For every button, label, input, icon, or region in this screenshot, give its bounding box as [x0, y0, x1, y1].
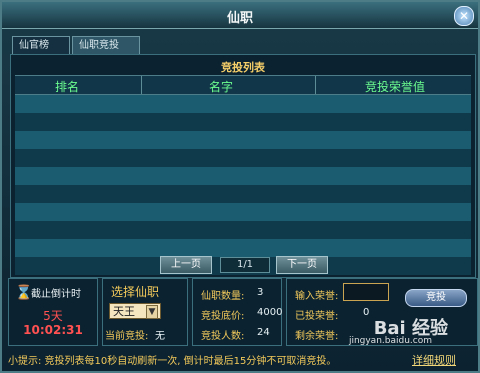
input-honor-label: 输入荣誉: [295, 291, 339, 302]
table-row [15, 221, 471, 239]
header-rank: 排名 [55, 80, 80, 94]
table-header: 排名 名字 竞投荣誉值 [15, 75, 471, 95]
prev-page-button[interactable]: 上一页 [160, 256, 212, 274]
tip-text: 小提示: 竞投列表每10秒自动刷新一次, 倒计时最后15分钟不可取消竞投。 [8, 356, 337, 367]
spent-honor-label: 已投荣誉: [295, 311, 339, 322]
page-indicator: 1/1 [220, 257, 270, 273]
table-row [15, 131, 471, 149]
people-label: 竞投人数: [201, 331, 245, 342]
table-row [15, 95, 471, 113]
table-row [15, 239, 471, 257]
select-value: 天王 [113, 305, 135, 318]
watermark-url: jingyan.baidu.com [348, 336, 432, 346]
countdown-time: 10:02:31 [23, 323, 83, 337]
table-row [15, 113, 471, 131]
select-box: 选择仙职 天王 ▼ 当前竞投: 无 [102, 278, 188, 346]
next-page-button[interactable]: 下一页 [276, 256, 328, 274]
table-row [15, 149, 471, 167]
table-row [15, 203, 471, 221]
remaining-honor-label: 剩余荣誉: [295, 331, 339, 342]
rules-link[interactable]: 详细规则 [412, 352, 456, 368]
base-label: 竞投底价: [201, 311, 245, 322]
table-row [15, 185, 471, 203]
select-title: 选择仙职 [111, 285, 160, 299]
header-name: 名字 [209, 80, 234, 94]
position-select[interactable]: 天王 ▼ [109, 303, 161, 319]
honor-input[interactable] [343, 283, 389, 301]
table-row [15, 167, 471, 185]
header-divider [141, 76, 142, 94]
pager: 上一页 1/1 下一页 [2, 256, 480, 274]
countdown-days: 5天 [43, 309, 63, 323]
title-bar: 仙职 ✕ [2, 2, 478, 29]
window-title: 仙职 [226, 11, 253, 26]
spent-honor-value: 0 [363, 307, 370, 318]
header-honor: 竞投荣誉值 [365, 80, 426, 94]
current-bid-value: 无 [155, 331, 165, 342]
panel-title: 竞投列表 [221, 61, 265, 74]
count-value: 3 [257, 287, 264, 298]
bid-button[interactable]: 竞投 [405, 289, 467, 307]
close-icon[interactable]: ✕ [454, 6, 474, 26]
bid-list-panel: 竞投列表 排名 名字 竞投荣誉值 [10, 54, 476, 278]
current-bid-label: 当前竞投: [105, 331, 149, 342]
bid-table-body [15, 95, 471, 275]
countdown-label: 截止倒计时 [31, 289, 81, 300]
tab-bidding[interactable]: 仙职竞投 [72, 36, 140, 56]
count-label: 仙职数量: [201, 291, 245, 302]
people-value: 24 [257, 327, 270, 338]
base-value: 4000 [257, 307, 283, 318]
tab-rankings[interactable]: 仙官榜 [12, 36, 70, 56]
hourglass-icon: ⌛ [15, 285, 33, 301]
dropdown-arrow-icon[interactable]: ▼ [146, 305, 158, 319]
stats-box: 仙职数量: 3 竞投底价: 4000 竞投人数: 24 [192, 278, 282, 346]
header-divider [315, 76, 316, 94]
countdown-box: ⌛ 截止倒计时 5天 10:02:31 [8, 278, 98, 346]
game-window: 仙职 ✕ 仙官榜 仙职竞投 竞投列表 排名 名字 竞投荣誉值 上一页 1/1 下… [0, 0, 480, 373]
